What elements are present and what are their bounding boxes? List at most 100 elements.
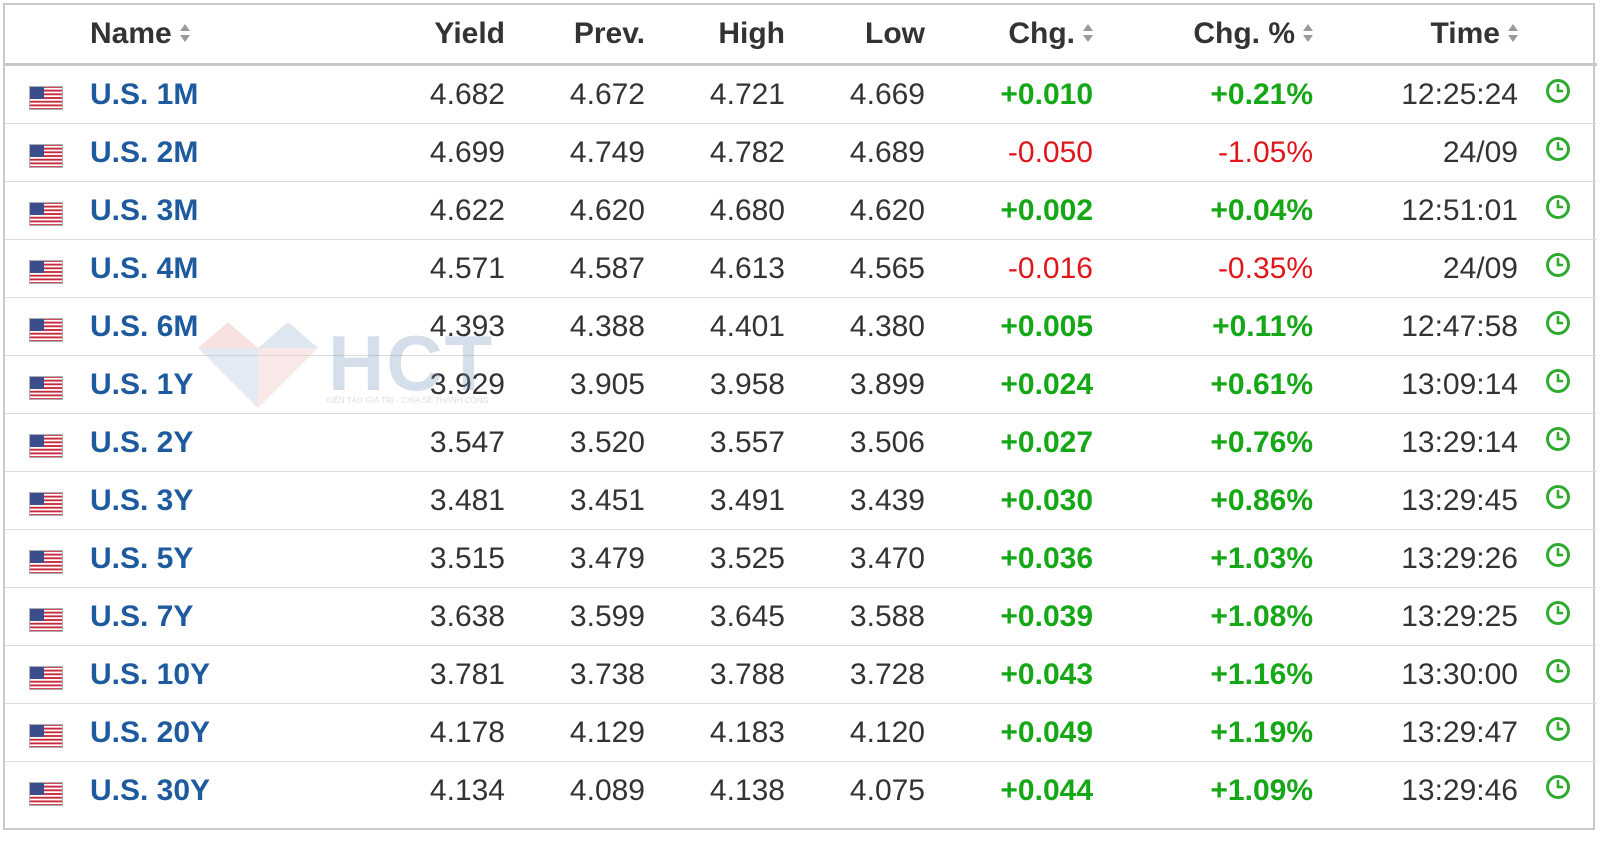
- high-value: 3.958: [645, 355, 785, 414]
- chg-pct-value: +1.03%: [1093, 529, 1313, 588]
- prev-value: 3.451: [505, 471, 645, 530]
- instrument-name-link[interactable]: U.S. 2Y: [90, 426, 193, 459]
- name-cell[interactable]: U.S. 20Y: [90, 703, 360, 762]
- chg-pct-value: +0.76%: [1093, 413, 1313, 472]
- name-cell[interactable]: U.S. 30Y: [90, 762, 360, 820]
- sort-icon[interactable]: [179, 23, 190, 43]
- sort-icon[interactable]: [1508, 23, 1518, 43]
- name-cell[interactable]: U.S. 5Y: [90, 529, 360, 588]
- flag-cell: [5, 413, 90, 472]
- header-chg-pct[interactable]: Chg. %: [1093, 5, 1313, 66]
- name-cell[interactable]: U.S. 3M: [90, 181, 360, 240]
- header-time[interactable]: Time: [1313, 5, 1518, 66]
- instrument-name-link[interactable]: U.S. 4M: [90, 252, 198, 285]
- instrument-name-link[interactable]: U.S. 3M: [90, 194, 198, 227]
- table-row: U.S. 2M 4.699 4.749 4.782 4.689 -0.050 -1.05% 2…: [5, 123, 1597, 182]
- flag-cell: [5, 239, 90, 298]
- low-value: 4.620: [785, 181, 925, 240]
- instrument-name-link[interactable]: U.S. 5Y: [90, 542, 193, 575]
- clock-icon: [1545, 600, 1571, 634]
- instrument-name-link[interactable]: U.S. 1M: [90, 78, 198, 111]
- instrument-name-link[interactable]: U.S. 1Y: [90, 368, 193, 401]
- header-chg[interactable]: Chg.: [925, 5, 1093, 66]
- time-value: 13:09:14: [1313, 355, 1518, 414]
- name-cell[interactable]: U.S. 2M: [90, 123, 360, 182]
- header-name-label: Name: [90, 17, 172, 50]
- prev-value: 4.388: [505, 297, 645, 356]
- chg-pct-value: +0.61%: [1093, 355, 1313, 414]
- table-row: U.S. 30Y 4.134 4.089 4.138 4.075 +0.044 +1.09%…: [5, 762, 1597, 820]
- header-yield: Yield: [360, 5, 505, 66]
- low-value: 3.470: [785, 529, 925, 588]
- yield-value: 4.682: [360, 64, 505, 124]
- prev-value: 3.738: [505, 645, 645, 704]
- flag-cell: [5, 529, 90, 588]
- high-value: 4.680: [645, 181, 785, 240]
- time-value: 13:29:26: [1313, 529, 1518, 588]
- chg-pct-value: +0.11%: [1093, 297, 1313, 356]
- table-body: U.S. 1M 4.682 4.672 4.721 4.669 +0.010 +0.21% 1…: [5, 64, 1597, 820]
- low-value: 3.588: [785, 587, 925, 646]
- name-cell[interactable]: U.S. 4M: [90, 239, 360, 298]
- high-value: 4.721: [645, 64, 785, 124]
- chg-value: -0.016: [925, 239, 1093, 298]
- instrument-name-link[interactable]: U.S. 7Y: [90, 600, 193, 633]
- high-value: 3.557: [645, 413, 785, 472]
- low-value: 4.120: [785, 703, 925, 762]
- prev-value: 4.620: [505, 181, 645, 240]
- yield-value: 4.699: [360, 123, 505, 182]
- name-cell[interactable]: U.S. 7Y: [90, 587, 360, 646]
- high-value: 4.183: [645, 703, 785, 762]
- name-cell[interactable]: U.S. 1M: [90, 64, 360, 124]
- instrument-name-link[interactable]: U.S. 2M: [90, 136, 198, 169]
- clock-icon: [1545, 194, 1571, 228]
- name-cell[interactable]: U.S. 2Y: [90, 413, 360, 472]
- clock-cell: [1518, 355, 1597, 414]
- chg-pct-value: +1.09%: [1210, 773, 1313, 807]
- header-chg-label: Chg.: [1008, 17, 1075, 50]
- flag-cell: [5, 297, 90, 356]
- chg-value: +0.005: [925, 297, 1093, 356]
- chg-pct-value: +0.86%: [1093, 471, 1313, 530]
- header-name[interactable]: Name: [90, 5, 360, 66]
- time-value: 13:29:45: [1313, 471, 1518, 530]
- prev-value: 4.587: [505, 239, 645, 298]
- time-value: 24/09: [1313, 123, 1518, 182]
- name-cell[interactable]: U.S. 10Y: [90, 645, 360, 704]
- flag-cell: [5, 703, 90, 762]
- low-value: 4.380: [785, 297, 925, 356]
- sort-icon[interactable]: [1303, 23, 1313, 43]
- yield-value: 3.481: [360, 471, 505, 530]
- clock-cell: [1518, 239, 1597, 298]
- us-flag-icon: [29, 142, 63, 168]
- us-flag-icon: [29, 84, 63, 110]
- chg-pct-value: +0.21%: [1093, 64, 1313, 124]
- flag-cell: [5, 64, 90, 124]
- us-flag-icon: [29, 780, 63, 806]
- time-value: 12:25:24: [1313, 64, 1518, 124]
- instrument-name-link[interactable]: U.S. 3Y: [90, 484, 193, 517]
- instrument-name-link[interactable]: U.S. 30Y: [90, 774, 210, 807]
- prev-value: 3.599: [505, 587, 645, 646]
- table-row: U.S. 10Y 3.781 3.738 3.788 3.728 +0.043 +1.16%…: [5, 645, 1597, 704]
- chg-value: +0.049: [925, 703, 1093, 762]
- table-row: U.S. 1M 4.682 4.672 4.721 4.669 +0.010 +0.21% 1…: [5, 64, 1597, 124]
- name-cell[interactable]: U.S. 3Y: [90, 471, 360, 530]
- name-cell[interactable]: U.S. 6M: [90, 297, 360, 356]
- instrument-name-link[interactable]: U.S. 6M: [90, 310, 198, 343]
- sort-icon[interactable]: [1083, 23, 1093, 43]
- low-value: 3.506: [785, 413, 925, 472]
- clock-cell: [1518, 471, 1597, 530]
- low-value: 4.689: [785, 123, 925, 182]
- instrument-name-link[interactable]: U.S. 20Y: [90, 716, 210, 749]
- flag-cell: [5, 123, 90, 182]
- table-row: U.S. 3M 4.622 4.620 4.680 4.620 +0.002 +0.04% 1…: [5, 181, 1597, 240]
- chg-value: +0.039: [925, 587, 1093, 646]
- low-value: 3.728: [785, 645, 925, 704]
- low-value: 4.669: [785, 64, 925, 124]
- us-flag-icon: [29, 664, 63, 690]
- bond-yields-table: Name Yield Prev. High Low Chg. Chg. % Ti…: [3, 3, 1597, 830]
- instrument-name-link[interactable]: U.S. 10Y: [90, 658, 210, 691]
- chg-pct-value: +1.08%: [1093, 587, 1313, 646]
- name-cell[interactable]: U.S. 1Y: [90, 355, 360, 414]
